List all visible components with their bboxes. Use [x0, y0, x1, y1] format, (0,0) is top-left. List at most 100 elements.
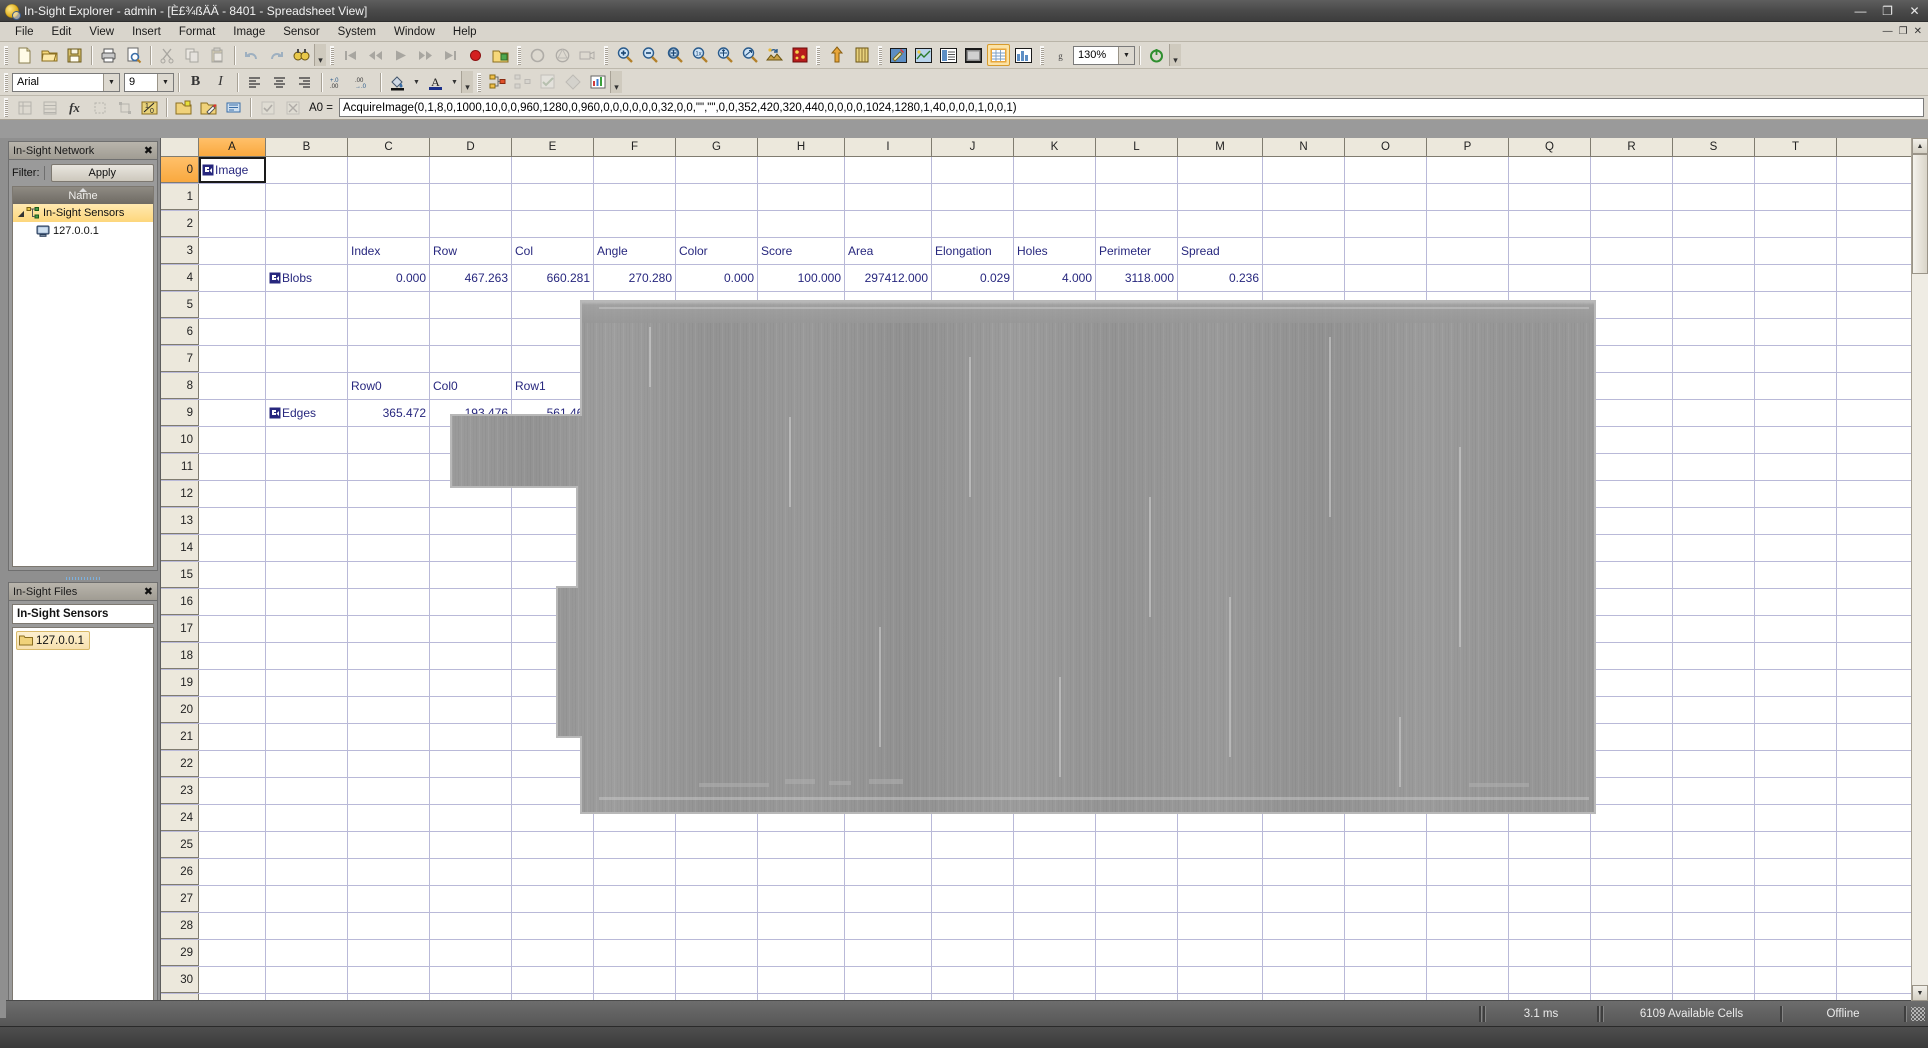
cell-O24[interactable] — [1345, 805, 1427, 831]
cell-Q12[interactable] — [1509, 481, 1591, 507]
align-right-button[interactable] — [293, 71, 316, 93]
cell-M17[interactable] — [1178, 616, 1263, 642]
cell-G10[interactable] — [676, 427, 758, 453]
cell-E13[interactable] — [512, 508, 594, 534]
cell-S15[interactable] — [1673, 562, 1755, 588]
row-header-30[interactable]: 30 — [161, 967, 199, 993]
cell-S2[interactable] — [1673, 211, 1755, 237]
cell-G27[interactable] — [676, 886, 758, 912]
cell-D2[interactable] — [430, 211, 512, 237]
cell-P1[interactable] — [1427, 184, 1509, 210]
row-header-14[interactable]: 14 — [161, 535, 199, 561]
column-header-n[interactable]: N — [1263, 138, 1345, 156]
cell-I22[interactable] — [845, 751, 932, 777]
cell-N21[interactable] — [1263, 724, 1345, 750]
cell-S19[interactable] — [1673, 670, 1755, 696]
column-header-t[interactable]: T — [1755, 138, 1837, 156]
cell-O28[interactable] — [1345, 913, 1427, 939]
cell-M19[interactable] — [1178, 670, 1263, 696]
cell-C6[interactable] — [348, 319, 430, 345]
cell-G1[interactable] — [676, 184, 758, 210]
cell-B20[interactable] — [266, 697, 348, 723]
cell-R19[interactable] — [1591, 670, 1673, 696]
cell-S11[interactable] — [1673, 454, 1755, 480]
cell-T23[interactable] — [1755, 778, 1837, 804]
cell-B25[interactable] — [266, 832, 348, 858]
cell-S29[interactable] — [1673, 940, 1755, 966]
cell-I0[interactable] — [845, 157, 932, 183]
cell-B0[interactable] — [266, 157, 348, 183]
cell-Q30[interactable] — [1509, 967, 1591, 993]
palette-view-button[interactable] — [1012, 44, 1035, 66]
cell-N2[interactable] — [1263, 211, 1345, 237]
cell-K1[interactable] — [1014, 184, 1096, 210]
cell-S20[interactable] — [1673, 697, 1755, 723]
cell-B19[interactable] — [266, 670, 348, 696]
cell-K5[interactable] — [1014, 292, 1096, 318]
cell-B22[interactable] — [266, 751, 348, 777]
cell-E12[interactable] — [512, 481, 594, 507]
cell-M9[interactable] — [1178, 400, 1263, 426]
cell-N8[interactable] — [1263, 373, 1345, 399]
cell-R24[interactable] — [1591, 805, 1673, 831]
cell-Q5[interactable] — [1509, 292, 1591, 318]
cell-D27[interactable] — [430, 886, 512, 912]
cell-G30[interactable] — [676, 967, 758, 993]
cell-O26[interactable] — [1345, 859, 1427, 885]
cell-S25[interactable] — [1673, 832, 1755, 858]
cell-K6[interactable] — [1014, 319, 1096, 345]
menu-window[interactable]: Window — [385, 24, 444, 40]
vertical-scroll-track[interactable] — [1912, 154, 1928, 985]
cell-H30[interactable] — [758, 967, 845, 993]
cell-D22[interactable] — [430, 751, 512, 777]
cell-Q29[interactable] — [1509, 940, 1591, 966]
chevron-down-icon[interactable]: ▼ — [1118, 46, 1134, 64]
cell-O3[interactable] — [1345, 238, 1427, 264]
cell-P4[interactable] — [1427, 265, 1509, 291]
column-header-r[interactable]: R — [1591, 138, 1673, 156]
cell-S6[interactable] — [1673, 319, 1755, 345]
cell-I7[interactable] — [845, 346, 932, 372]
cell-C5[interactable] — [348, 292, 430, 318]
cell-P12[interactable] — [1427, 481, 1509, 507]
cell-M12[interactable] — [1178, 481, 1263, 507]
cell-B23[interactable] — [266, 778, 348, 804]
row-header-21[interactable]: 21 — [161, 724, 199, 750]
cell-E17[interactable] — [512, 616, 594, 642]
cell-S16[interactable] — [1673, 589, 1755, 615]
cell-T16[interactable] — [1755, 589, 1837, 615]
cell-F17[interactable] — [594, 616, 676, 642]
cell-P13[interactable] — [1427, 508, 1509, 534]
cell-F11[interactable] — [594, 454, 676, 480]
cell-R26[interactable] — [1591, 859, 1673, 885]
pan-button[interactable] — [713, 44, 736, 66]
cell-C19[interactable] — [348, 670, 430, 696]
row-header-0[interactable]: 0 — [161, 157, 199, 183]
files-list[interactable]: 127.0.0.1 — [12, 627, 154, 1008]
zoom-in-button[interactable] — [613, 44, 636, 66]
cell-I26[interactable] — [845, 859, 932, 885]
copy-button[interactable] — [181, 44, 204, 66]
cell-M0[interactable] — [1178, 157, 1263, 183]
spreadsheet-view-button[interactable] — [987, 44, 1010, 66]
number-format-button[interactable]: 10 — [138, 97, 161, 119]
cell-E27[interactable] — [512, 886, 594, 912]
cell-G11[interactable] — [676, 454, 758, 480]
save-job-button[interactable] — [63, 44, 86, 66]
toolbar-grip[interactable] — [330, 45, 334, 65]
column-header-b[interactable]: B — [266, 138, 348, 156]
cell-F28[interactable] — [594, 913, 676, 939]
column-header-j[interactable]: J — [932, 138, 1014, 156]
cell-O10[interactable] — [1345, 427, 1427, 453]
cell-Q22[interactable] — [1509, 751, 1591, 777]
cell-M7[interactable] — [1178, 346, 1263, 372]
cell-C21[interactable] — [348, 724, 430, 750]
cell-L26[interactable] — [1096, 859, 1178, 885]
cell-H20[interactable] — [758, 697, 845, 723]
cancel-formula-button[interactable] — [281, 97, 304, 119]
cell-P9[interactable] — [1427, 400, 1509, 426]
cell-S7[interactable] — [1673, 346, 1755, 372]
cell-N22[interactable] — [1263, 751, 1345, 777]
cell-D4[interactable]: 467.263 — [430, 265, 512, 291]
cell-C23[interactable] — [348, 778, 430, 804]
